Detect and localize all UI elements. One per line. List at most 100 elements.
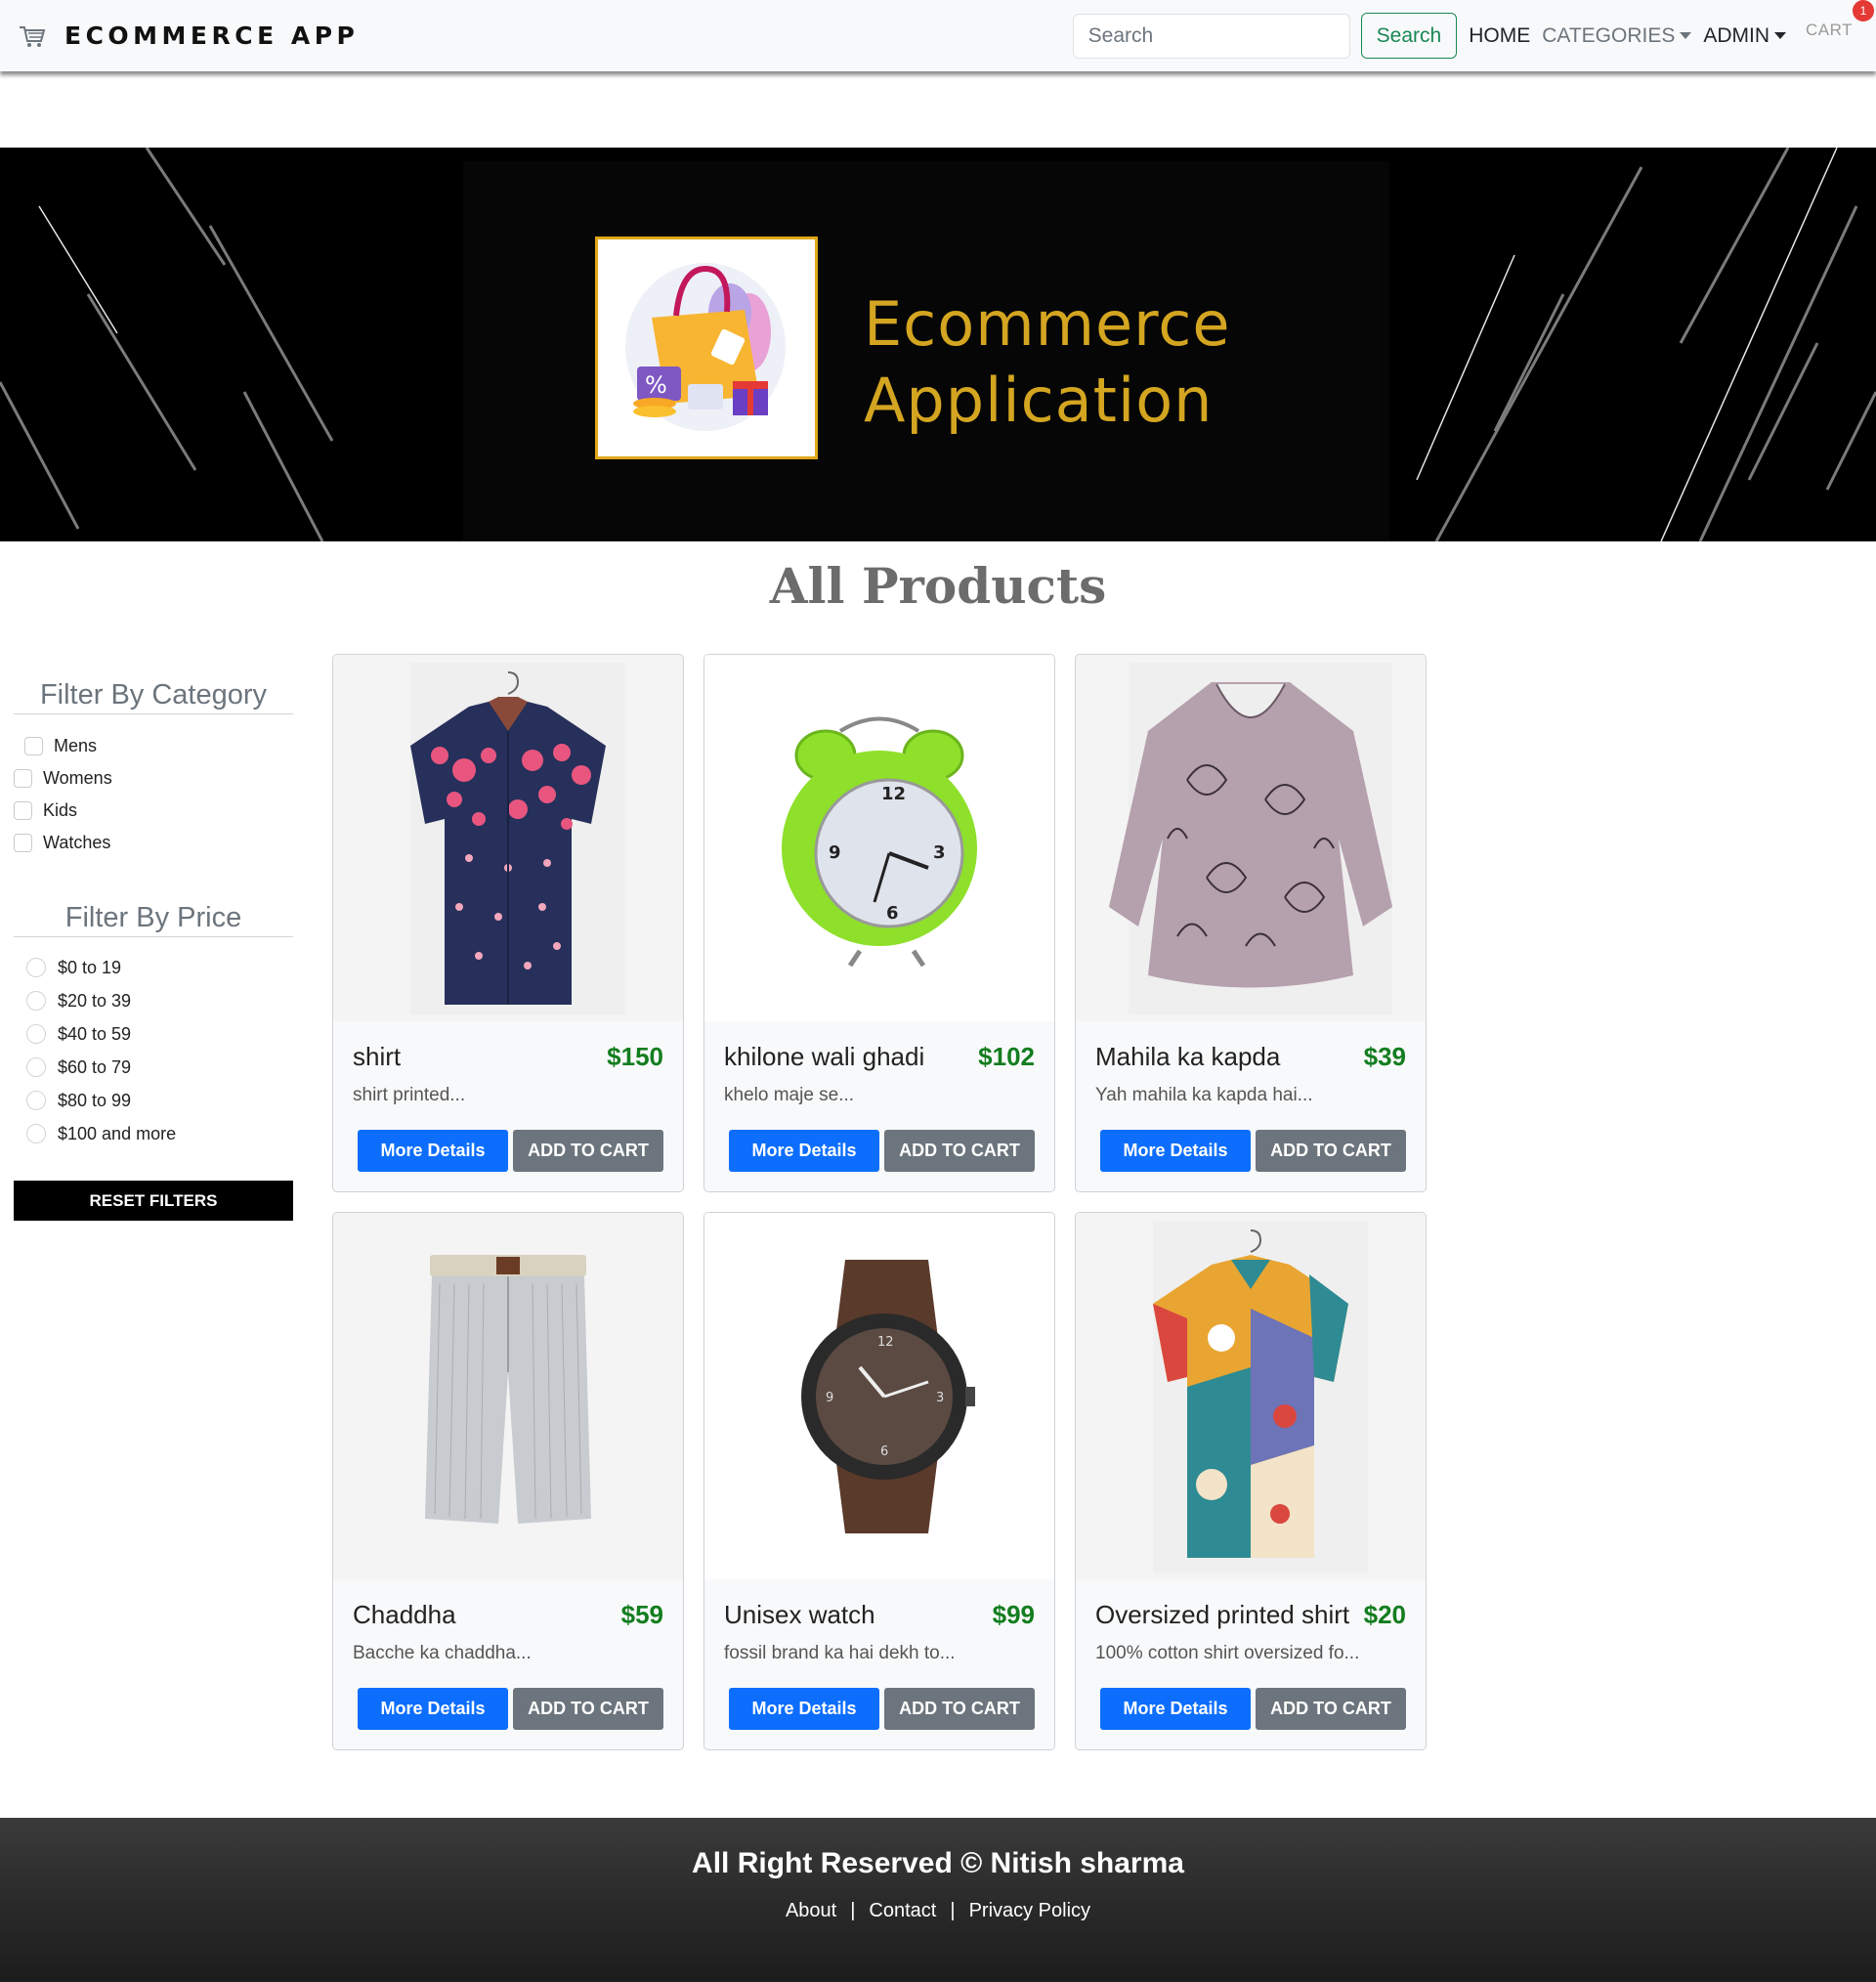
price-option[interactable]: $0 to 19 — [14, 951, 293, 984]
wrist-watch-image: 12 3 6 9 — [801, 1259, 975, 1533]
category-option-womens[interactable]: Womens — [14, 762, 293, 795]
chevron-down-icon — [1774, 32, 1787, 39]
product-card: 12 3 6 9 khilone wali ghadi $102 khelo maje… — [704, 654, 1055, 1192]
product-image — [1076, 1213, 1426, 1579]
category-label: Watches — [43, 833, 111, 852]
checkbox[interactable] — [14, 769, 32, 788]
svg-text:12: 12 — [877, 1335, 894, 1350]
filters-sidebar: Filter By Category Mens Womens Kids Watc… — [14, 679, 293, 1221]
search-input[interactable] — [1072, 13, 1350, 59]
category-option-kids[interactable]: Kids — [14, 795, 293, 827]
product-image — [333, 1213, 683, 1579]
product-name: Unisex watch — [724, 1600, 875, 1629]
svg-text:%: % — [645, 371, 667, 399]
product-name: khilone wali ghadi — [724, 1042, 925, 1071]
brand[interactable]: ECOMMERCE APP — [18, 22, 359, 51]
nav-cart[interactable]: CART — [1806, 21, 1853, 39]
product-image: 12 3 6 9 — [704, 1213, 1054, 1579]
radio-button[interactable] — [26, 1057, 46, 1077]
nav-admin-dropdown[interactable]: ADMIN — [1703, 24, 1787, 48]
svg-text:3: 3 — [936, 1391, 944, 1405]
product-image — [333, 655, 683, 1021]
add-to-cart-button[interactable]: ADD TO CART — [513, 1688, 663, 1730]
banner-title: Ecommerce Application — [864, 286, 1231, 439]
checkbox[interactable] — [14, 834, 32, 852]
product-card: Mahila ka kapda $39 Yah mahila ka kapda … — [1075, 654, 1427, 1192]
cart-link-wrap[interactable]: CART 1 — [1806, 0, 1874, 46]
more-details-button[interactable]: More Details — [1100, 1688, 1251, 1730]
price-label: $40 to 59 — [58, 1023, 132, 1044]
price-label: $20 to 39 — [58, 990, 132, 1011]
footer-link-about[interactable]: About — [786, 1900, 836, 1922]
alarm-clock-image: 12 3 6 9 — [782, 716, 977, 967]
checkbox[interactable] — [24, 737, 43, 755]
nav-right: Search HOME CATEGORIES ADMIN CART 1 — [1072, 0, 1876, 71]
brand-name: ECOMMERCE APP — [64, 22, 360, 50]
product-description: Bacche ka chaddha... — [353, 1643, 532, 1663]
more-details-button[interactable]: More Details — [1100, 1130, 1251, 1172]
navbar: ECOMMERCE APP Search HOME CATEGORIES ADM… — [0, 0, 1876, 71]
add-to-cart-button[interactable]: ADD TO CART — [513, 1130, 663, 1172]
category-option-watches[interactable]: Watches — [14, 827, 293, 859]
filter-category-title: Filter By Category — [14, 679, 293, 714]
category-option-mens[interactable]: Mens — [14, 730, 293, 762]
add-to-cart-button[interactable]: ADD TO CART — [1256, 1688, 1406, 1730]
product-card: Chaddha $59 Bacche ka chaddha... More De… — [332, 1212, 684, 1750]
footer-link-contact[interactable]: Contact — [869, 1900, 936, 1922]
search-button[interactable]: Search — [1360, 13, 1458, 59]
more-details-button[interactable]: More Details — [358, 1688, 508, 1730]
radio-button[interactable] — [26, 1124, 46, 1143]
footer-link-privacy[interactable]: Privacy Policy — [969, 1900, 1090, 1922]
price-label: $100 and more — [58, 1123, 177, 1143]
product-price: $59 — [620, 1600, 663, 1629]
add-to-cart-button[interactable]: ADD TO CART — [884, 1688, 1035, 1730]
price-option[interactable]: $80 to 99 — [14, 1084, 293, 1117]
price-option[interactable]: $40 to 59 — [14, 1017, 293, 1051]
banner-logo: % — [595, 237, 818, 459]
footer-links: About | Contact | Privacy Policy — [0, 1900, 1876, 1922]
svg-text:9: 9 — [826, 1391, 833, 1405]
banner-title-line2: Application — [864, 365, 1214, 436]
product-price: $39 — [1363, 1042, 1406, 1071]
add-to-cart-button[interactable]: ADD TO CART — [1256, 1130, 1406, 1172]
nav-categories-dropdown[interactable]: CATEGORIES — [1542, 24, 1692, 48]
product-card: Oversized printed shirt $20 100% cotton … — [1075, 1212, 1427, 1750]
product-grid: shirt $150 shirt printed... More Details… — [332, 654, 1428, 1750]
more-details-button[interactable]: More Details — [729, 1688, 879, 1730]
hero-banner: % Ecommerce Application — [0, 148, 1876, 541]
category-filter-list: Mens Womens Kids Watches — [14, 730, 293, 859]
more-details-button[interactable]: More Details — [358, 1130, 508, 1172]
product-price: $99 — [992, 1600, 1035, 1629]
radio-button[interactable] — [26, 1024, 46, 1044]
more-details-button[interactable]: More Details — [729, 1130, 879, 1172]
price-option[interactable]: $100 and more — [14, 1117, 293, 1150]
reset-filters-button[interactable]: RESET FILTERS — [14, 1181, 293, 1221]
banner-title-line1: Ecommerce — [864, 288, 1231, 360]
radio-button[interactable] — [26, 958, 46, 977]
product-description: fossil brand ka hai dekh to... — [724, 1643, 956, 1663]
product-price: $102 — [978, 1042, 1035, 1071]
womens-top-image — [1109, 662, 1392, 1014]
radio-button[interactable] — [26, 1091, 46, 1110]
price-label: $80 to 99 — [58, 1090, 132, 1110]
nav-home[interactable]: HOME — [1469, 24, 1530, 48]
checkbox[interactable] — [14, 801, 32, 820]
floral-shirt-image — [410, 662, 625, 1014]
footer-separator: | — [950, 1900, 956, 1921]
shorts-image — [425, 1254, 591, 1524]
price-option[interactable]: $20 to 39 — [14, 984, 293, 1017]
footer-copyright: All Right Reserved © Nitish sharma — [692, 1847, 1184, 1879]
price-filter-list: $0 to 19 $20 to 39 $40 to 59 $60 to 79 $… — [14, 951, 293, 1150]
product-name: shirt — [353, 1042, 402, 1071]
add-to-cart-button[interactable]: ADD TO CART — [884, 1130, 1035, 1172]
product-price: $150 — [607, 1042, 663, 1071]
price-label: $60 to 79 — [58, 1056, 132, 1077]
svg-text:3: 3 — [933, 842, 946, 863]
product-description: Yah mahila ka kapda hai... — [1095, 1085, 1313, 1105]
filter-price-title: Filter By Price — [14, 902, 293, 937]
radio-button[interactable] — [26, 991, 46, 1011]
product-name: Oversized printed shirt — [1095, 1600, 1350, 1629]
product-description: shirt printed... — [353, 1085, 466, 1105]
price-option[interactable]: $60 to 79 — [14, 1051, 293, 1084]
shopping-bag-icon: % — [625, 263, 786, 431]
